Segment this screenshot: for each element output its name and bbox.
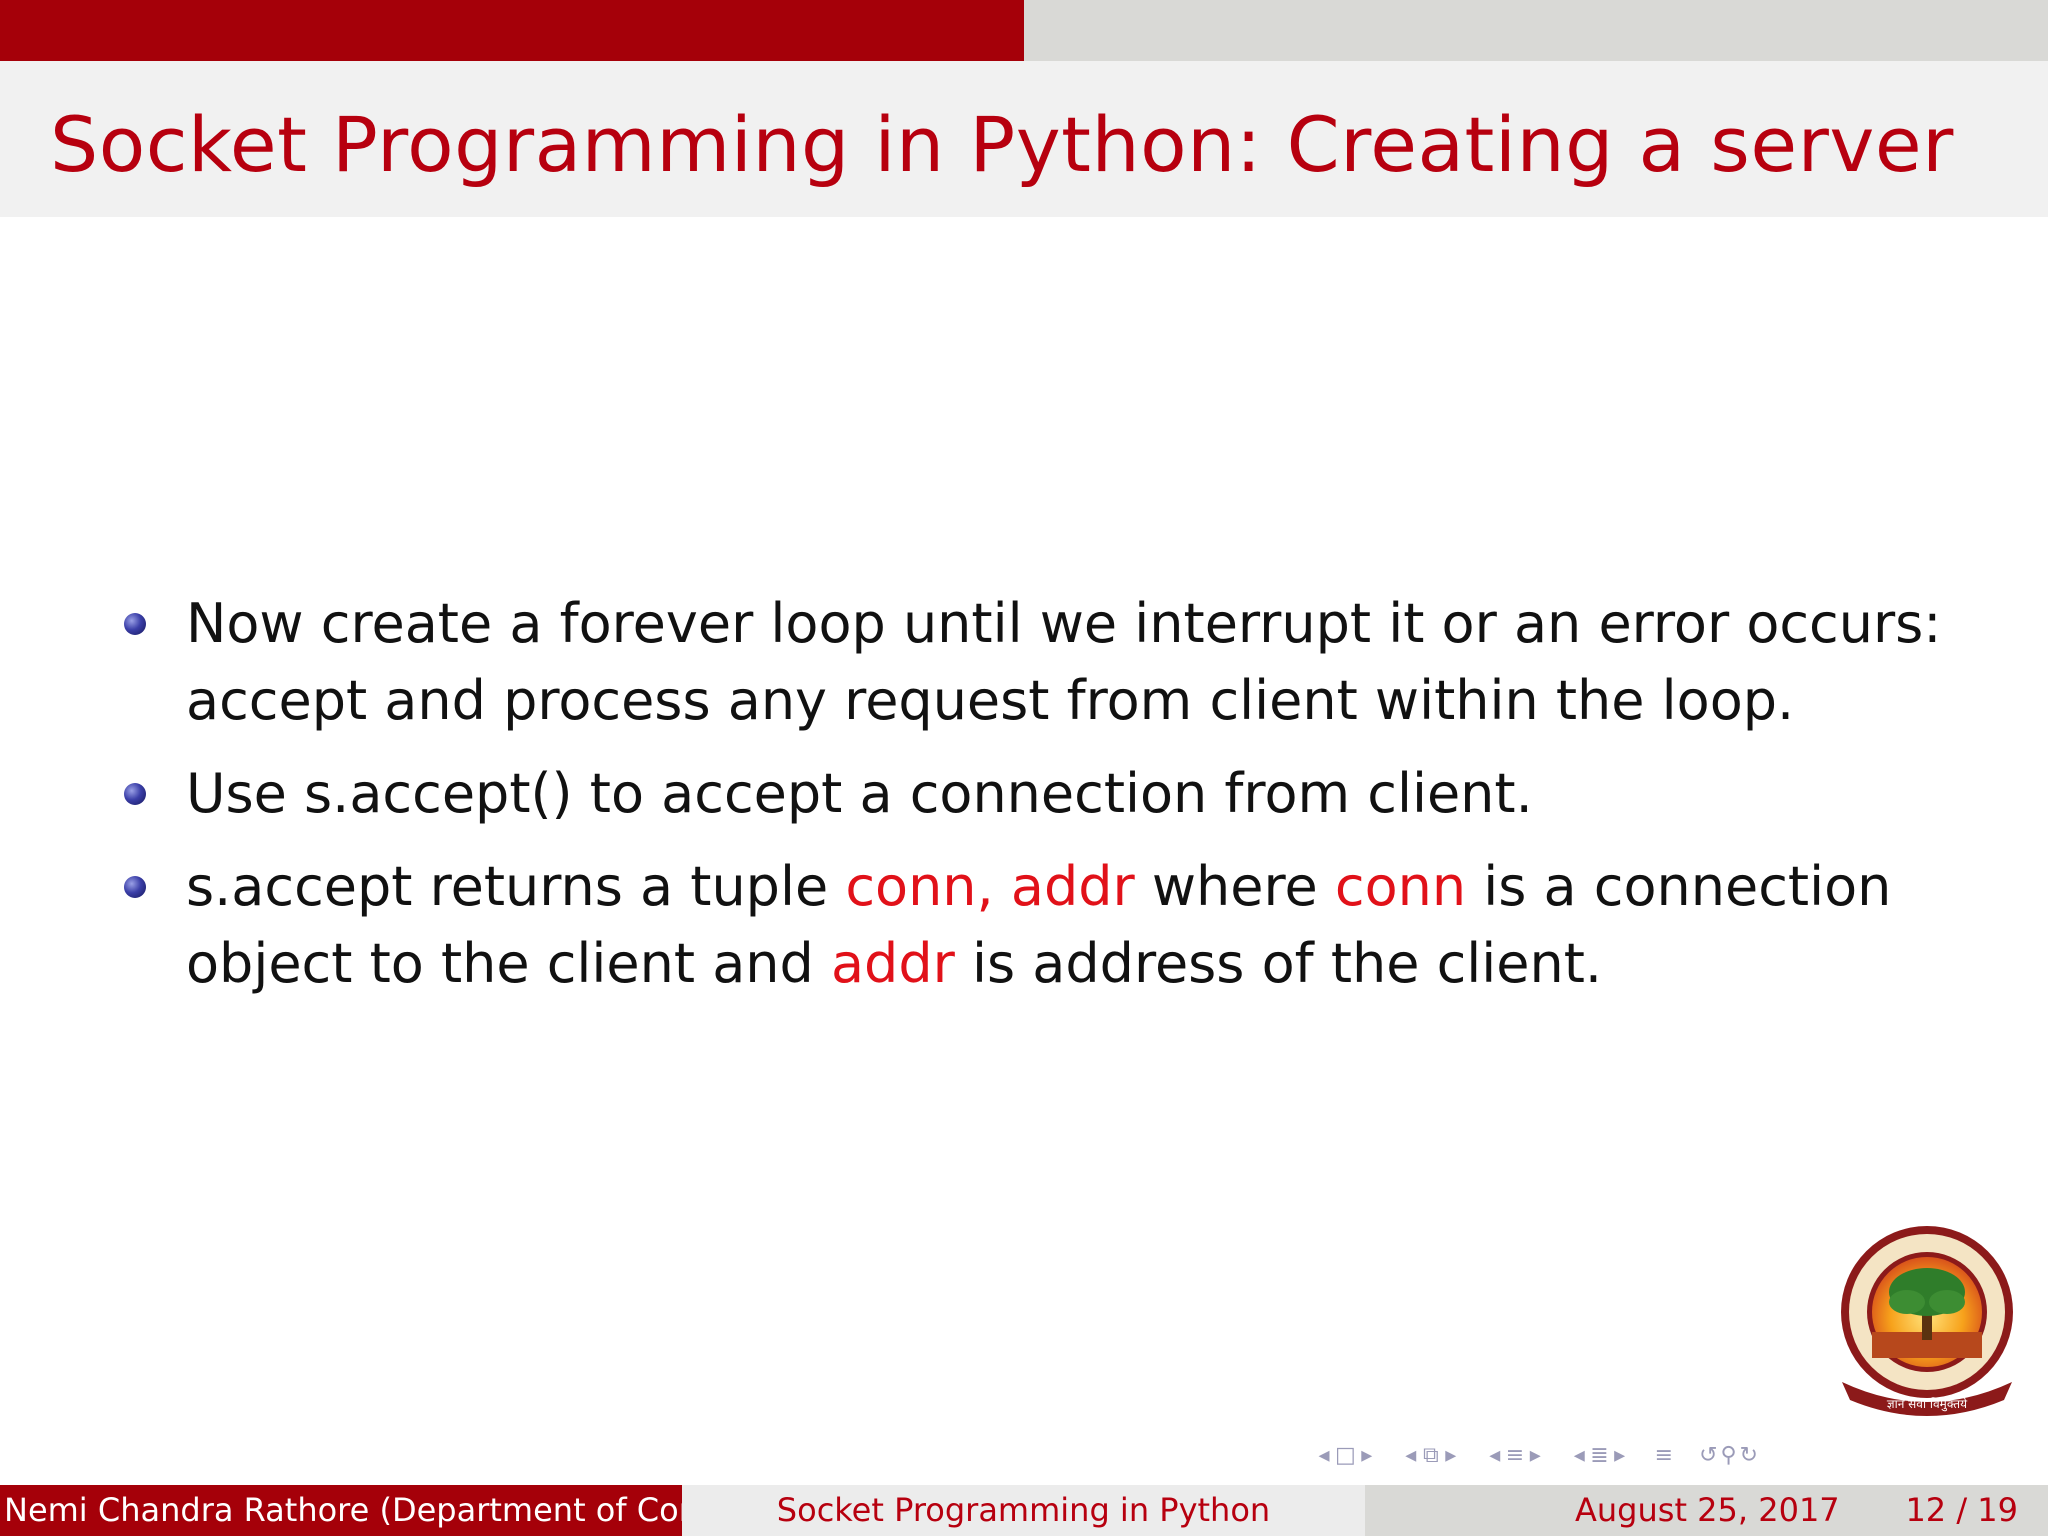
highlighted-term: addr <box>830 932 955 995</box>
bullet-item: s.accept returns a tuple conn, addr wher… <box>120 848 2000 1002</box>
nav-right-arrow-icon[interactable]: ▸ <box>1526 1443 1544 1468</box>
bullet-text: is address of the client. <box>954 932 1603 995</box>
page-number: 12 / 19 <box>1905 1491 2018 1529</box>
bullet-dot-icon <box>124 613 146 635</box>
seal-motto-text: ज्ञान सेवा विमुक्तये <box>1887 1397 1968 1412</box>
footer: Nemi Chandra Rathore (Department of Comp… <box>0 1485 2048 1536</box>
bullet-text: Use s.accept() to accept a connection fr… <box>186 762 1533 825</box>
footer-date: August 25, 2017 <box>1575 1491 1840 1529</box>
nav-right-arrow-icon[interactable]: ▸ <box>1442 1443 1460 1468</box>
bullet-item: Use s.accept() to accept a connection fr… <box>120 755 2000 832</box>
footer-author: Nemi Chandra Rathore (Department of Comp <box>0 1485 682 1536</box>
document-icon[interactable]: ≣ <box>1590 1443 1608 1468</box>
footer-right: August 25, 2017 12 / 19 <box>1365 1485 2048 1536</box>
frame-icon[interactable]: □ <box>1335 1443 1356 1468</box>
bullet-list: Now create a forever loop until we inter… <box>120 585 2000 1018</box>
progress-fill <box>0 0 1024 61</box>
progress-bar <box>0 0 2048 61</box>
bullet-dot-icon <box>124 783 146 805</box>
university-seal-logo: ज्ञान सेवा विमुक्तये <box>1841 1226 2013 1416</box>
bullet-text: Now create a forever loop until we inter… <box>186 592 1942 732</box>
highlighted-term: conn, addr <box>845 855 1135 918</box>
outline-icon[interactable]: ≡ <box>1655 1443 1673 1468</box>
bullet-text: s.accept returns a tuple <box>186 855 846 918</box>
bullet-text: where <box>1134 855 1335 918</box>
nav-right-arrow-icon[interactable]: ▸ <box>1358 1443 1376 1468</box>
beamer-navigation: ◂ □ ▸ ◂ ⧉ ▸ ◂ ≡ ▸ ◂ ≣ ▸ ≡ ↺ ⚲ ↻ <box>1315 1440 1758 1470</box>
footer-title: Socket Programming in Python <box>682 1485 1365 1536</box>
search-icon[interactable]: ⚲ <box>1720 1443 1738 1468</box>
highlighted-term: conn <box>1334 855 1467 918</box>
nav-left-arrow-icon[interactable]: ◂ <box>1315 1443 1333 1468</box>
section-icon[interactable]: ≡ <box>1506 1443 1524 1468</box>
back-icon[interactable]: ↺ <box>1699 1443 1717 1468</box>
slide-title: Socket Programming in Python: Creating a… <box>50 100 1954 189</box>
forward-icon[interactable]: ↻ <box>1740 1443 1758 1468</box>
nav-right-arrow-icon[interactable]: ▸ <box>1611 1443 1629 1468</box>
nav-left-arrow-icon[interactable]: ◂ <box>1570 1443 1588 1468</box>
nav-left-arrow-icon[interactable]: ◂ <box>1486 1443 1504 1468</box>
bullet-item: Now create a forever loop until we inter… <box>120 585 2000 739</box>
nav-left-arrow-icon[interactable]: ◂ <box>1402 1443 1420 1468</box>
bullet-dot-icon <box>124 876 146 898</box>
subsection-icon[interactable]: ⧉ <box>1422 1443 1440 1468</box>
